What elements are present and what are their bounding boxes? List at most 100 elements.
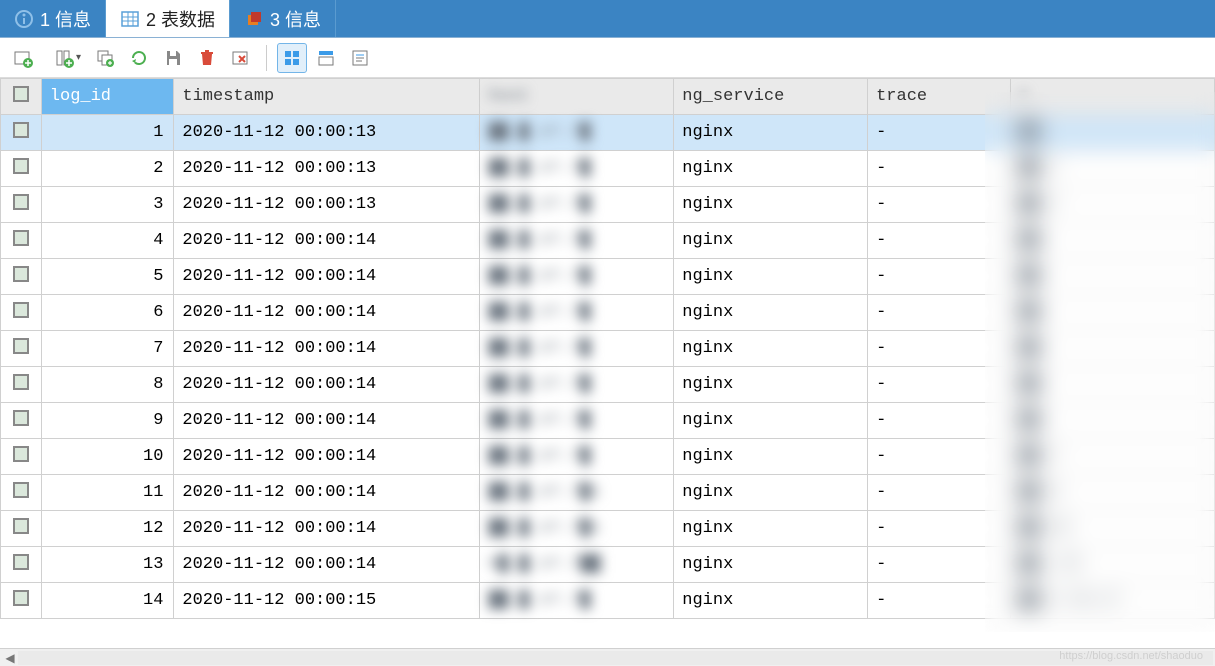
table-row[interactable]: 112020-11-12 00:00:14██.█.17.7█1nginx-██… [1, 475, 1215, 511]
cell-col6[interactable]: ██ [1010, 367, 1214, 403]
cell-ng-service[interactable]: nginx [674, 151, 868, 187]
cell-host[interactable]: ██.█.17.7█ [480, 403, 674, 439]
cell-trace[interactable]: - [868, 259, 1011, 295]
refresh-button[interactable] [124, 43, 154, 73]
cell-col6[interactable]: ██ 7 [1010, 439, 1214, 475]
cell-timestamp[interactable]: 2020-11-12 00:00:13 [174, 151, 480, 187]
cell-timestamp[interactable]: 2020-11-12 00:00:14 [174, 439, 480, 475]
table-row[interactable]: 122020-11-12 00:00:14██.█.17.7█1nginx-██… [1, 511, 1215, 547]
cell-log-id[interactable]: 12 [41, 511, 174, 547]
table-row[interactable]: 132020-11-12 00:00:148█.█.17.7██nginx-██… [1, 547, 1215, 583]
cell-log-id[interactable]: 8 [41, 367, 174, 403]
row-checkbox[interactable] [1, 403, 42, 439]
cell-timestamp[interactable]: 2020-11-12 00:00:15 [174, 583, 480, 619]
row-checkbox[interactable] [1, 115, 42, 151]
cell-host[interactable]: ██.█.17.7█ [480, 187, 674, 223]
cell-trace[interactable]: - [868, 151, 1011, 187]
view-grid-button[interactable] [277, 43, 307, 73]
cell-log-id[interactable]: 7 [41, 331, 174, 367]
cell-col6[interactable]: ██ 3 30.27 [1010, 583, 1214, 619]
cell-ng-service[interactable]: nginx [674, 403, 868, 439]
row-checkbox[interactable] [1, 187, 42, 223]
cell-ng-service[interactable]: nginx [674, 547, 868, 583]
cell-host[interactable]: ██.█.17.7█ [480, 223, 674, 259]
cell-ng-service[interactable]: nginx [674, 115, 868, 151]
table-row[interactable]: 12020-11-12 00:00:13██.█.17.7█nginx-██ [1, 115, 1215, 151]
cell-host[interactable]: ██.█.17.7█ [480, 583, 674, 619]
table-row[interactable]: 62020-11-12 00:00:14██.█.17.7█nginx-██ [1, 295, 1215, 331]
cell-host[interactable]: ██.█.17.7█ [480, 295, 674, 331]
cell-timestamp[interactable]: 2020-11-12 00:00:13 [174, 187, 480, 223]
cell-timestamp[interactable]: 2020-11-12 00:00:14 [174, 475, 480, 511]
view-text-button[interactable] [345, 43, 375, 73]
cell-ng-service[interactable]: nginx [674, 331, 868, 367]
delete-button[interactable] [192, 43, 222, 73]
cell-col6[interactable]: ██ 26 [1010, 511, 1214, 547]
cell-trace[interactable]: - [868, 511, 1011, 547]
cell-trace[interactable]: - [868, 583, 1011, 619]
cell-trace[interactable]: - [868, 115, 1011, 151]
cell-host[interactable]: ██.█.17.7█ [480, 259, 674, 295]
tab-info-3[interactable]: 3 信息 [230, 0, 336, 37]
cell-host[interactable]: ██.█.17.7█ [480, 439, 674, 475]
cell-log-id[interactable]: 2 [41, 151, 174, 187]
cell-timestamp[interactable]: 2020-11-12 00:00:14 [174, 367, 480, 403]
cell-ng-service[interactable]: nginx [674, 511, 868, 547]
cell-log-id[interactable]: 4 [41, 223, 174, 259]
row-checkbox[interactable] [1, 295, 42, 331]
tab-info-1[interactable]: 1 信息 [0, 0, 106, 37]
table-row[interactable]: 72020-11-12 00:00:14██.█.17.7█nginx-██ [1, 331, 1215, 367]
cell-ng-service[interactable]: nginx [674, 475, 868, 511]
row-checkbox[interactable] [1, 475, 42, 511]
cell-trace[interactable]: - [868, 439, 1011, 475]
cell-log-id[interactable]: 5 [41, 259, 174, 295]
cell-timestamp[interactable]: 2020-11-12 00:00:14 [174, 331, 480, 367]
duplicate-button[interactable] [90, 43, 120, 73]
row-checkbox[interactable] [1, 367, 42, 403]
row-checkbox[interactable] [1, 583, 42, 619]
cell-col6[interactable]: ██ [1010, 403, 1214, 439]
row-checkbox[interactable] [1, 259, 42, 295]
cell-log-id[interactable]: 14 [41, 583, 174, 619]
cell-trace[interactable]: - [868, 187, 1011, 223]
cancel-edit-button[interactable] [226, 43, 256, 73]
cell-timestamp[interactable]: 2020-11-12 00:00:14 [174, 295, 480, 331]
cell-trace[interactable]: - [868, 547, 1011, 583]
tab-table-data[interactable]: 2 表数据 [106, 0, 230, 37]
row-checkbox[interactable] [1, 439, 42, 475]
cell-col6[interactable]: ██ [1010, 331, 1214, 367]
cell-col6[interactable]: ██ [1010, 223, 1214, 259]
cell-col6[interactable]: ██ 6 [1010, 475, 1214, 511]
cell-ng-service[interactable]: nginx [674, 259, 868, 295]
row-checkbox[interactable] [1, 511, 42, 547]
cell-col6[interactable]: ██ [1010, 115, 1214, 151]
cell-timestamp[interactable]: 2020-11-12 00:00:14 [174, 511, 480, 547]
scroll-left-icon[interactable]: ◀ [2, 651, 18, 665]
cell-col6[interactable]: ██ 7 [1010, 187, 1214, 223]
cell-ng-service[interactable]: nginx [674, 367, 868, 403]
row-checkbox[interactable] [1, 151, 42, 187]
horizontal-scrollbar[interactable]: ◀ [0, 648, 1215, 666]
cell-trace[interactable]: - [868, 223, 1011, 259]
cell-col6[interactable]: ██ [1010, 259, 1214, 295]
cell-host[interactable]: 8█.█.17.7██ [480, 547, 674, 583]
row-checkbox[interactable] [1, 547, 42, 583]
cell-host[interactable]: ██.█.17.7█1 [480, 475, 674, 511]
add-row-button[interactable] [8, 43, 38, 73]
cell-log-id[interactable]: 3 [41, 187, 174, 223]
table-row[interactable]: 52020-11-12 00:00:14██.█.17.7█nginx-██ [1, 259, 1215, 295]
cell-col6[interactable]: ██ [1010, 295, 1214, 331]
header-ng-service[interactable]: ng_service [674, 79, 868, 115]
header-host[interactable]: host [480, 79, 674, 115]
cell-timestamp[interactable]: 2020-11-12 00:00:14 [174, 547, 480, 583]
cell-trace[interactable]: - [868, 367, 1011, 403]
add-column-dropdown[interactable] [42, 43, 86, 73]
cell-host[interactable]: ██.█.17.7█1 [480, 511, 674, 547]
cell-timestamp[interactable]: 2020-11-12 00:00:13 [174, 115, 480, 151]
cell-col6[interactable]: ██ .38 [1010, 547, 1214, 583]
save-button[interactable] [158, 43, 188, 73]
cell-log-id[interactable]: 6 [41, 295, 174, 331]
cell-log-id[interactable]: 9 [41, 403, 174, 439]
table-row[interactable]: 42020-11-12 00:00:14██.█.17.7█nginx-██ [1, 223, 1215, 259]
cell-log-id[interactable]: 10 [41, 439, 174, 475]
